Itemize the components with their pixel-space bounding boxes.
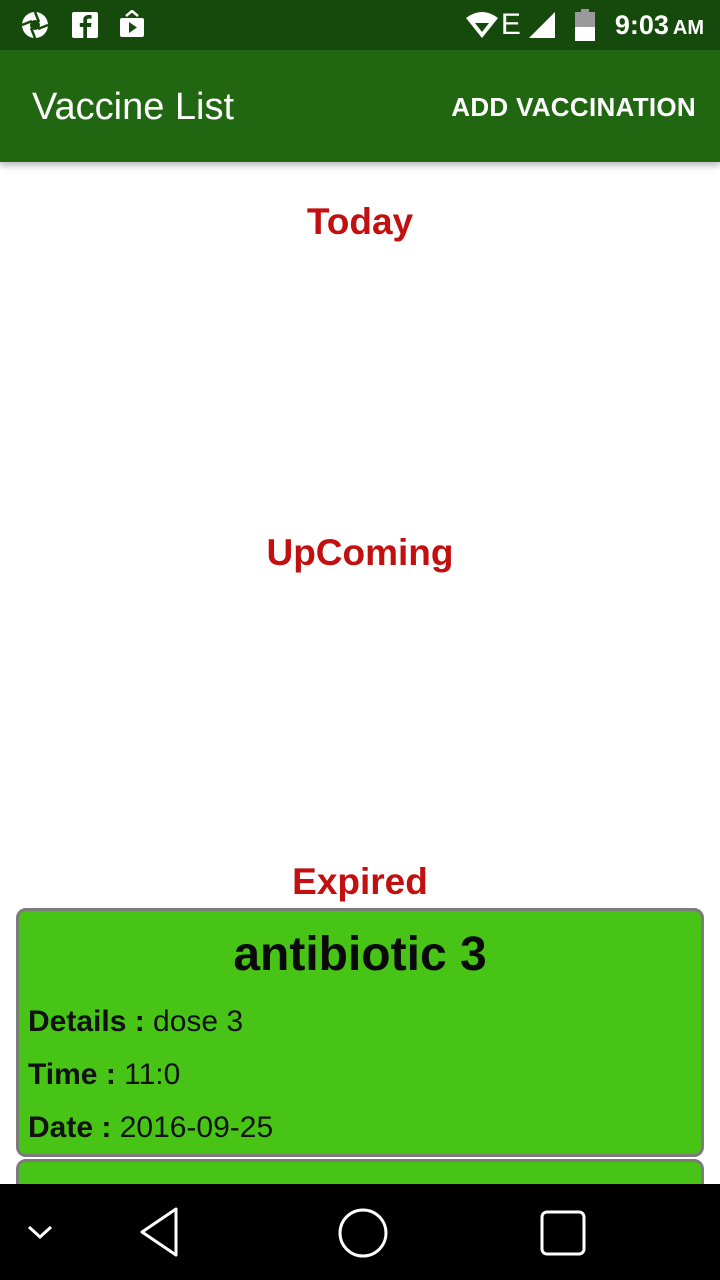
details-label: Details :	[28, 1005, 145, 1038]
home-icon[interactable]	[336, 1206, 390, 1260]
section-title-upcoming: UpComing	[266, 532, 454, 573]
back-icon[interactable]	[136, 1204, 186, 1260]
time-value: 11:0	[115, 1058, 181, 1091]
date-value: 2016-09-25	[111, 1111, 274, 1144]
section-title-expired: Expired	[292, 861, 428, 902]
aperture-icon	[21, 11, 49, 39]
chevron-down-icon[interactable]	[24, 1218, 56, 1246]
signal-icon	[528, 12, 555, 38]
vaccine-name: antibiotic 3	[233, 928, 487, 981]
status-bar: E 9:03 AM	[0, 0, 720, 50]
network-type: E	[500, 8, 521, 41]
battery-icon	[574, 9, 595, 41]
page-title: Vaccine List	[32, 86, 235, 128]
vaccine-time: Time : 11:0	[28, 1058, 180, 1092]
details-value: dose 3	[144, 1005, 244, 1038]
date-label: Date :	[28, 1111, 112, 1144]
navigation-bar	[0, 1184, 720, 1280]
vaccine-details: Details : dose 3	[28, 1005, 243, 1039]
facebook-icon	[72, 12, 98, 38]
add-vaccination-button[interactable]: ADD VACCINATION	[451, 92, 696, 123]
status-time-ampm: AM	[672, 16, 704, 39]
wifi-icon	[465, 12, 498, 38]
status-time-value: 9:03	[614, 9, 669, 40]
media-share-icon	[120, 10, 144, 37]
vaccine-card[interactable]: antibiotic 3 Details : dose 3 Time : 11:…	[16, 908, 704, 1157]
vaccine-date: Date : 2016-09-25	[28, 1111, 273, 1145]
app-bar: Vaccine List ADD VACCINATION	[0, 50, 720, 162]
recents-icon[interactable]	[538, 1208, 588, 1258]
status-time: 9:03 AM	[615, 10, 704, 41]
time-label: Time :	[28, 1058, 116, 1091]
section-title-today: Today	[306, 201, 414, 242]
